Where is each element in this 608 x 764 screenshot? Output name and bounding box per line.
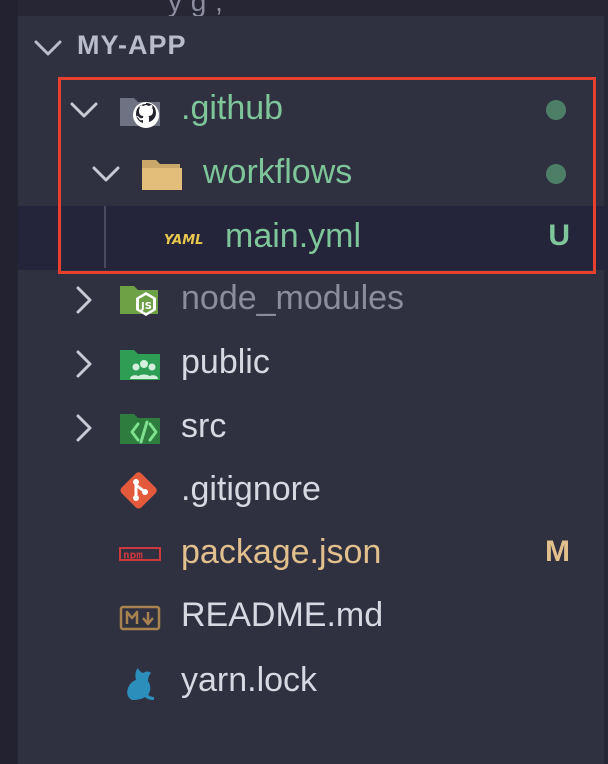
tree-item-gitignore[interactable]: .gitignore bbox=[18, 459, 608, 523]
src-folder-icon bbox=[120, 414, 160, 444]
tree-item-label: README.md bbox=[181, 596, 384, 634]
tree-item-public[interactable]: public bbox=[18, 332, 608, 396]
npm-icon: npm bbox=[119, 547, 161, 562]
tree-item-yarn-lock[interactable]: yarn.lock bbox=[18, 650, 608, 714]
markdown-icon bbox=[119, 605, 161, 631]
public-folder-icon bbox=[120, 350, 160, 380]
left-gutter bbox=[0, 0, 18, 764]
git-status-badge: M bbox=[545, 535, 570, 568]
git-icon bbox=[120, 472, 157, 509]
tree-item-label: .gitignore bbox=[181, 470, 321, 508]
chevron-right-icon bbox=[76, 286, 92, 314]
svg-text:npm: npm bbox=[123, 549, 143, 562]
previous-section-text: y g , bbox=[168, 0, 224, 16]
tree-item-label: public bbox=[181, 343, 270, 381]
tree-item-src[interactable]: src bbox=[18, 396, 608, 460]
explorer-section-header[interactable]: MY-APP bbox=[18, 26, 608, 70]
tree-item-label: package.json bbox=[181, 533, 382, 571]
tree-item-label: node_modules bbox=[181, 279, 405, 317]
previous-section-strip: y g , bbox=[18, 0, 608, 16]
tree-item-package-json[interactable]: npm package.json M bbox=[18, 522, 608, 586]
tree-item-label: src bbox=[181, 407, 227, 445]
svg-text:JS: JS bbox=[140, 301, 152, 312]
chevron-down-icon bbox=[34, 40, 62, 56]
yarn-icon bbox=[127, 668, 154, 700]
nodejs-folder-icon: JS bbox=[120, 286, 158, 316]
chevron-right-icon bbox=[76, 414, 92, 442]
highlight-annotation bbox=[58, 77, 596, 274]
tree-item-label: yarn.lock bbox=[181, 661, 318, 699]
chevron-right-icon bbox=[76, 350, 92, 378]
tree-item-node-modules[interactable]: JS node_modules bbox=[18, 268, 608, 332]
section-title: MY-APP bbox=[77, 30, 187, 60]
tree-item-readme[interactable]: README.md bbox=[18, 585, 608, 649]
